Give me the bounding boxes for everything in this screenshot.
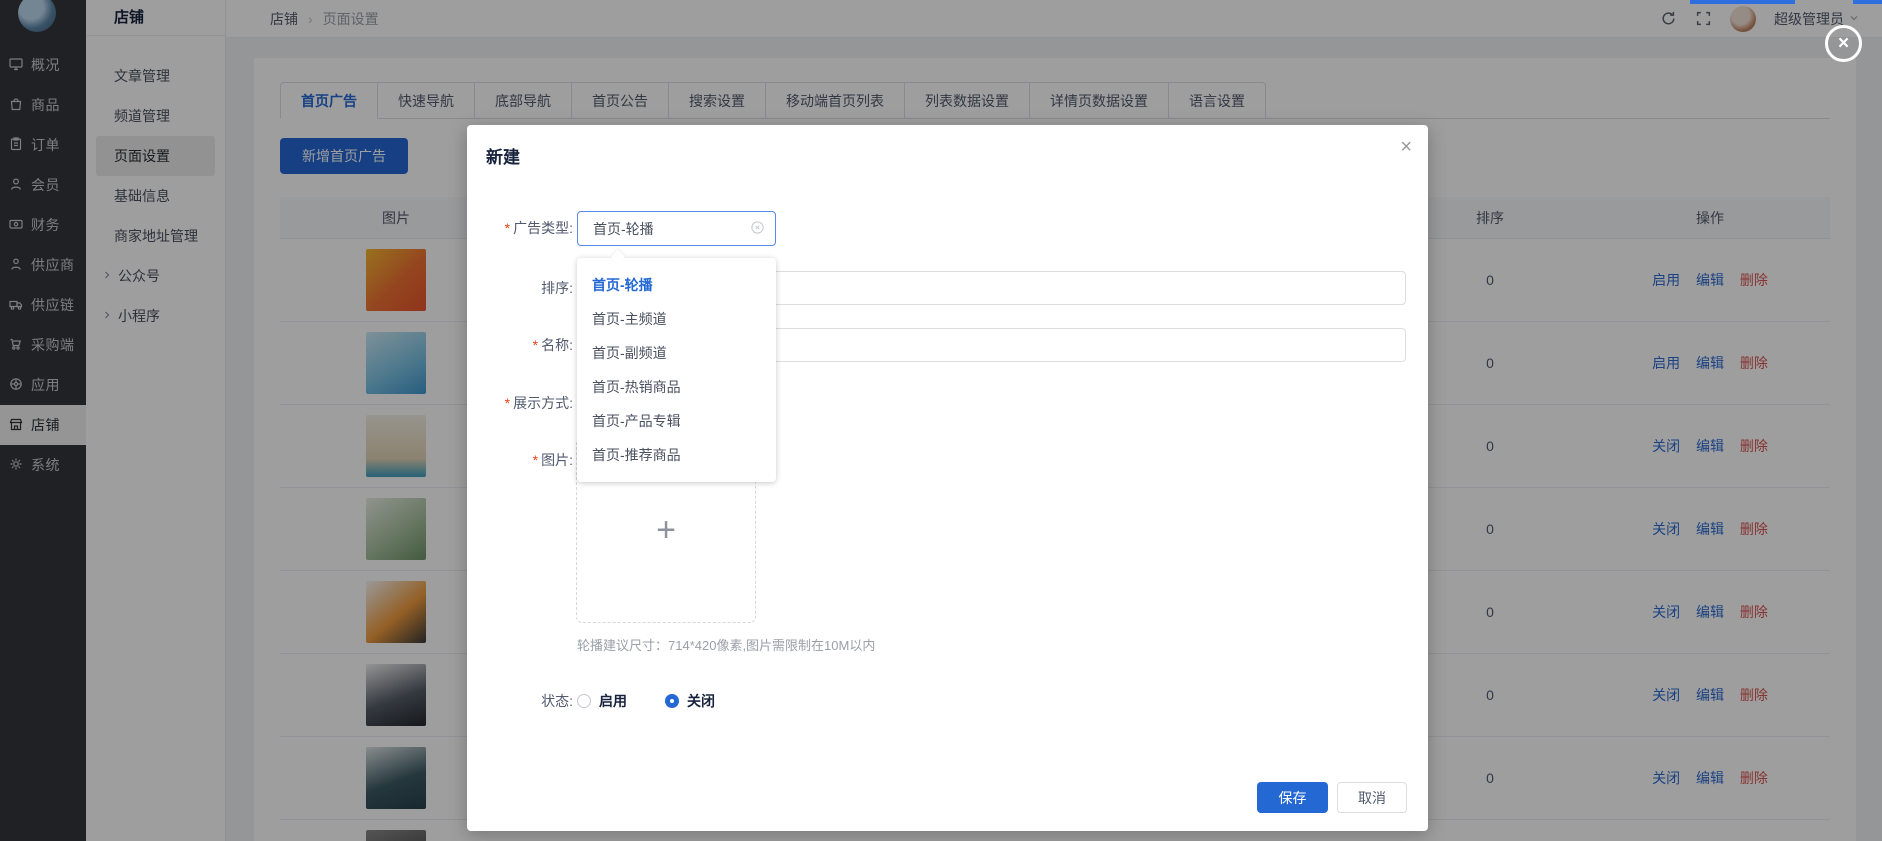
display-mode-label: *展示方式: xyxy=(467,393,573,413)
status-label: 状态: xyxy=(467,691,573,711)
top-bar-fragment xyxy=(1690,0,1795,4)
top-bar-fragment xyxy=(1853,0,1882,4)
dropdown-option-sub-channel[interactable]: 首页-副频道 xyxy=(577,336,776,370)
upload-hint: 轮播建议尺寸：714*420像素,图片需限制在10M以内 xyxy=(577,635,875,654)
dropdown-option-hot-goods[interactable]: 首页-热销商品 xyxy=(577,370,776,404)
cancel-button[interactable]: 取消 xyxy=(1337,782,1407,813)
label-text: 名称: xyxy=(541,337,573,353)
label-text: 广告类型: xyxy=(513,220,573,236)
dialog-title: 新建 xyxy=(486,143,520,168)
ad-type-select[interactable]: 首页-轮播 xyxy=(577,211,776,246)
name-label: *名称: xyxy=(467,328,573,362)
ad-type-label: *广告类型: xyxy=(467,211,573,246)
dropdown-option-carousel[interactable]: 首页-轮播 xyxy=(577,268,776,302)
ad-type-value: 首页-轮播 xyxy=(593,219,750,239)
clear-icon[interactable] xyxy=(750,220,765,238)
dropdown-option-recommended[interactable]: 首页-推荐商品 xyxy=(577,438,776,472)
label-text: 图片: xyxy=(541,452,573,468)
floating-close-button[interactable]: × xyxy=(1825,25,1862,62)
label-text: 状态: xyxy=(541,693,573,709)
sort-label: 排序: xyxy=(467,271,573,305)
image-label: *图片: xyxy=(467,450,573,470)
save-button[interactable]: 保存 xyxy=(1257,782,1328,813)
ad-type-dropdown: 首页-轮播 首页-主频道 首页-副频道 首页-热销商品 首页-产品专辑 首页-推… xyxy=(577,258,776,482)
dropdown-option-main-channel[interactable]: 首页-主频道 xyxy=(577,302,776,336)
plus-icon: + xyxy=(656,511,676,550)
required-mark: * xyxy=(533,452,538,468)
dropdown-option-product-album[interactable]: 首页-产品专辑 xyxy=(577,404,776,438)
radio-disable[interactable] xyxy=(665,694,679,708)
new-ad-dialog: 新建 × *广告类型: 首页-轮播 排序: *名称: *展示方式: *图片: + xyxy=(467,125,1428,831)
radio-enable[interactable] xyxy=(577,694,591,708)
dialog-close-icon[interactable]: × xyxy=(1400,137,1412,157)
app-root: 概况 商品 订单 会员 财务 供应商 xyxy=(0,0,1882,841)
required-mark: * xyxy=(505,395,510,411)
required-mark: * xyxy=(533,337,538,353)
label-text: 排序: xyxy=(541,280,573,296)
label-text: 展示方式: xyxy=(513,395,573,411)
required-mark: * xyxy=(505,220,510,236)
status-radio-group: 启用 关闭 xyxy=(577,691,715,711)
radio-disable-label[interactable]: 关闭 xyxy=(687,691,715,711)
radio-enable-label[interactable]: 启用 xyxy=(599,691,627,711)
